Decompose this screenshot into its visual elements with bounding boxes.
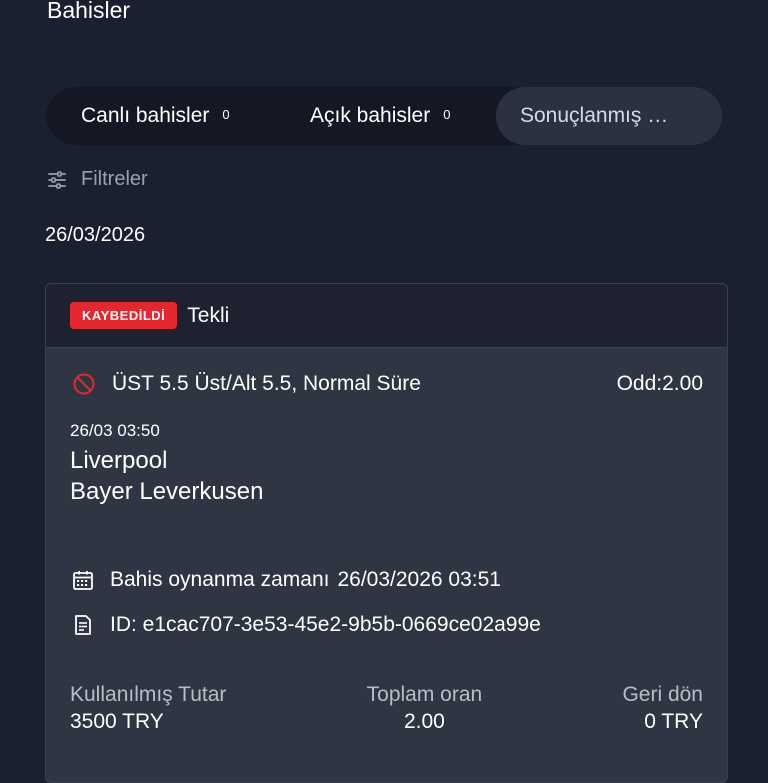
calendar-icon [73, 571, 93, 590]
bet-id-text: ID: e1cac707-3e53-45e2-9b5b-0669ce02a99e [110, 613, 541, 636]
tab-live-bets-label: Canlı bahisler [81, 104, 210, 127]
bet-totals: Kullanılmış Tutar 3500 TRY Toplam oran 2… [70, 682, 703, 736]
tab-open-bets-label: Açık bahisler [310, 104, 431, 127]
date-group-header: 26/03/2026 [45, 224, 146, 246]
selection-odd: Odd:2.00 [616, 372, 703, 395]
placed-time-label: Bahis oynanma zamanı [110, 568, 330, 591]
away-team: Bayer Leverkusen [70, 478, 264, 505]
return-label: Geri dön [622, 683, 703, 706]
filters-label: Filtreler [81, 168, 148, 190]
page-title: Bahisler [47, 0, 131, 23]
bet-card-header: KAYBEDİLDİ Tekli [46, 284, 727, 348]
tab-settled-bets[interactable]: Sonuçlanmış … [496, 87, 722, 145]
sliders-icon [48, 170, 66, 189]
bet-card[interactable]: KAYBEDİLDİ Tekli ÜST 5.5 Üst/Alt 5.5, No… [45, 283, 728, 783]
document-icon [75, 615, 91, 635]
tab-open-bets-count: 0 [443, 106, 451, 122]
tab-live-bets-count: 0 [222, 106, 230, 122]
total-odds-column: Toplam oran 2.00 [367, 682, 483, 736]
stake-value: 3500 TRY [70, 710, 164, 733]
placed-time-row: Bahis oynanma zamanı 26/03/2026 03:51 [72, 568, 501, 592]
stake-label: Kullanılmış Tutar [70, 683, 227, 706]
lost-icon [72, 372, 96, 396]
filters-button[interactable]: Filtreler [47, 168, 148, 191]
return-column: Geri dön 0 TRY [622, 682, 703, 736]
return-value: 0 TRY [644, 710, 703, 733]
bet-tabs: Canlı bahisler 0 Açık bahisler 0 Sonuçla… [46, 87, 722, 145]
total-odds-value: 2.00 [403, 710, 445, 733]
selection-row: ÜST 5.5 Üst/Alt 5.5, Normal Süre Odd:2.0… [72, 372, 703, 396]
stake-column: Kullanılmış Tutar 3500 TRY [70, 682, 226, 736]
placed-time-value: 26/03/2026 03:51 [337, 568, 501, 591]
total-odds-label: Toplam oran [366, 683, 483, 706]
tab-live-bets[interactable]: Canlı bahisler 0 [81, 87, 230, 145]
status-badge: KAYBEDİLDİ [70, 302, 178, 329]
bet-id-row: ID: e1cac707-3e53-45e2-9b5b-0669ce02a99e [72, 613, 541, 637]
selection-text: ÜST 5.5 Üst/Alt 5.5, Normal Süre [112, 372, 421, 395]
tab-open-bets[interactable]: Açık bahisler 0 [310, 87, 450, 145]
home-team: Liverpool [70, 447, 168, 474]
tab-settled-bets-label: Sonuçlanmış … [520, 104, 669, 127]
event-time: 26/03 03:50 [70, 421, 160, 440]
bet-type-label: Tekli [187, 303, 230, 327]
